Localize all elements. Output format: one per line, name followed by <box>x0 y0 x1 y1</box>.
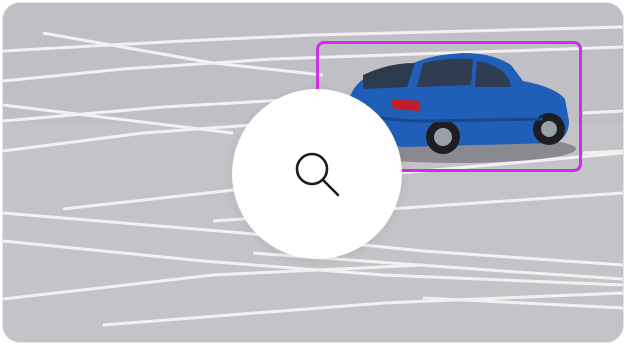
visual-search-button[interactable] <box>232 89 402 259</box>
image-preview-card <box>2 2 624 343</box>
search-icon <box>295 152 340 197</box>
